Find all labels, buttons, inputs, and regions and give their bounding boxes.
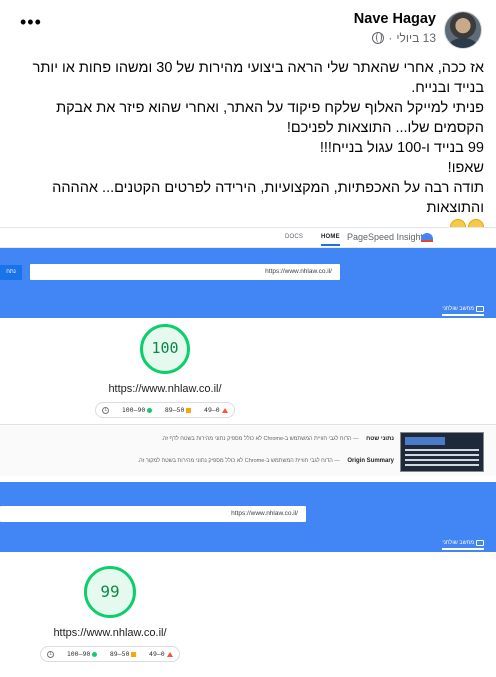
field-data-row: נתוני שטח — הדוח לגבי חוויית המשתמש ב-Ch… [161,436,394,442]
origin-summary-row: Origin Summary — הדוח לגבי חוויית המשתמש… [138,458,394,464]
score-legend: i 100–90 89–50 49–0 [95,402,235,418]
avatar-shoulders [449,38,477,48]
monitor-icon [476,306,484,312]
legend-good: 100–90 [66,650,98,658]
post-meta: 13 ביולי · [372,31,436,45]
legend-average: 89–50 [165,406,192,414]
legend-good-label: 100–90 [66,650,91,658]
desktop-url-band: נתח https://www.nhlaw.co.il/ מחשב שולחני [0,248,496,318]
device-tab-desktop: מחשב שולחני [442,306,484,316]
more-options-button[interactable]: ••• [20,13,48,38]
field-data-text: — הדוח לגבי חוויית המשתמש ב-Chrome לא כו… [161,436,359,442]
field-data-summary: נתוני שטח — הדוח לגבי חוויית המשתמש ב-Ch… [0,426,496,476]
field-data-label: נתוני שטח [366,436,394,442]
legend-average-label: 89–50 [109,650,130,658]
info-icon: i [47,650,55,658]
post-paragraph: אז ככה, אחרי שהאתר שלי הראה ביצועי מהירו… [32,60,484,96]
pagespeed-logo-icon [421,233,433,242]
post-timestamp[interactable]: 13 ביולי [396,31,436,45]
post-paragraph: תודה רבה על האכפתיות, המקצועיות, הירידה … [10,178,484,218]
monitor-icon [476,540,484,546]
score-gauge: 100 [140,324,190,374]
post-paragraph-text: תודה רבה על האכפתיות, המקצועיות, הירידה … [52,180,484,216]
device-tab-label: מחשב שולחני [442,540,474,546]
post-paragraph: 99 בנייד ו-100 עגול בנייח!!! [319,140,484,156]
legend-average-label: 89–50 [164,406,185,414]
score-url: https://www.nhlaw.co.il/ [53,627,167,639]
legend-good-label: 100–90 [121,406,146,414]
post-paragraph: שאפו! [447,160,484,176]
red-triangle-icon [166,651,173,657]
orange-square-icon [131,651,137,657]
desktop-score-block: 100 https://www.nhlaw.co.il/ i 100–90 89… [0,324,330,418]
score-legend: i 100–90 89–50 49–0 [40,646,180,662]
author-name[interactable]: Nave Hagay [354,11,436,27]
psi-topbar: DOCS HOME PageSpeed Insights [0,228,496,248]
legend-poor-label: 49–0 [149,650,165,658]
origin-summary-text: — הדוח לגבי חוויית המשתמש ב-Chrome לא כו… [137,458,340,464]
meta-separator: · [388,31,393,45]
green-circle-icon [92,651,98,657]
globe-icon[interactable] [372,32,385,44]
legend-poor: 49–0 [204,406,228,414]
post-text: אז ככה, אחרי שהאתר שלי הראה ביצועי מהירו… [10,58,484,238]
origin-summary-label: Origin Summary [347,458,394,464]
red-triangle-icon [221,407,228,413]
tab-docs: DOCS [285,234,304,240]
green-circle-icon [147,407,153,413]
legend-average: 89–50 [110,650,137,658]
psi-brand: PageSpeed Insights [347,232,428,242]
author-avatar[interactable] [444,11,482,49]
tab-home: HOME [321,234,340,246]
divider [0,424,496,425]
analyze-button: נתח [0,265,22,280]
legend-poor-label: 49–0 [204,406,220,414]
device-tab-desktop: מחשב שולחני [442,540,484,550]
info-icon: i [102,406,110,414]
score-gauge: 99 [84,566,136,618]
post-paragraph: פניתי למייקל האלוף שלקח פיקוד על האתר, ו… [56,100,484,136]
orange-square-icon [186,407,192,413]
url-input: https://www.nhlaw.co.il/ [30,264,340,280]
mobile-url-band: https://www.nhlaw.co.il/ מחשב שולחני [0,482,496,552]
device-tab-label: מחשב שולחני [442,306,474,312]
post-image[interactable]: DOCS HOME PageSpeed Insights נתח https:/… [0,227,496,677]
legend-poor: 49–0 [149,650,173,658]
post-header: Nave Hagay 13 ביולי · ••• [0,0,496,56]
legend-good: 100–90 [121,406,153,414]
mobile-score-block: 99 https://www.nhlaw.co.il/ i 100–90 89–… [0,566,220,662]
url-input: https://www.nhlaw.co.il/ [0,506,306,522]
page-thumbnail [400,432,484,472]
score-url: https://www.nhlaw.co.il/ [108,383,222,395]
